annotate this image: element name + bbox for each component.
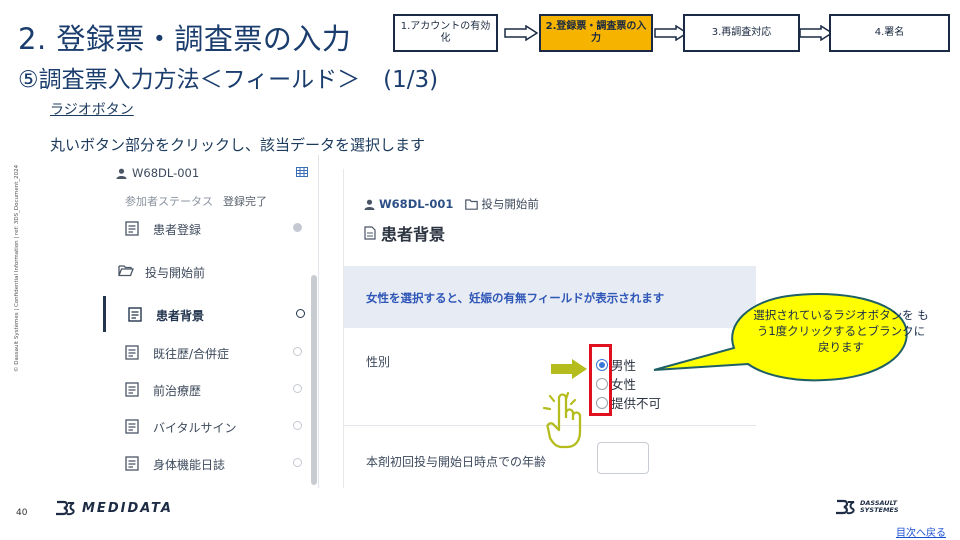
status-dot-icon <box>296 309 305 318</box>
step-signature: 4.署名 <box>829 14 950 52</box>
status-dot-icon <box>293 384 302 393</box>
highlight-box <box>589 344 612 416</box>
form-title: 患者背景 <box>364 221 445 245</box>
sidebar-item-medical-history[interactable]: 既往歴/合併症 <box>103 334 319 370</box>
section-link-radio-button[interactable]: ラジオボタン <box>50 99 134 119</box>
slide-subtitle: ⑤調査票入力方法＜フィールド＞ (1/3) <box>18 67 439 93</box>
sidebar-subject-id: W68DL-001 <box>132 166 200 180</box>
breadcrumb-subject[interactable]: W68DL-001 <box>379 197 453 211</box>
status-dot-icon <box>293 223 302 232</box>
medidata-logo: MEDIDATA <box>54 500 173 516</box>
participant-status-value: 登録完了 <box>223 195 267 208</box>
sidebar-item-prior-therapy[interactable]: 前治療歴 <box>103 371 319 407</box>
status-dot-icon <box>293 458 302 467</box>
user-icon <box>364 199 375 210</box>
form-breadcrumb: W68DL-001 投与開始前 <box>364 196 539 212</box>
callout-text: 選択されているラジオボタンを もう1度クリックするとブランクに戻ります <box>753 308 929 354</box>
status-dot-icon <box>293 347 302 356</box>
age-input[interactable] <box>597 442 649 474</box>
step-entry: 2.登録票・調査票の入力 <box>539 14 653 52</box>
step-requery: 3.再調査対応 <box>683 14 800 52</box>
step-arrow-icon <box>799 25 833 41</box>
sex-field-label: 性別 <box>366 355 391 369</box>
confidential-note: © Dassault Systèmes | Confidential Infor… <box>14 164 20 372</box>
form-icon <box>125 382 139 397</box>
folder-open-icon <box>118 265 134 277</box>
status-dot-icon <box>293 421 302 430</box>
step-account-activation: 1.アカウントの有効化 <box>393 14 498 52</box>
form-icon <box>128 307 142 322</box>
dassault-logo: DASSAULT SYSTEMES <box>834 499 899 515</box>
back-to-toc-link[interactable]: 目次へ戻る <box>896 524 946 539</box>
step-arrow-icon <box>504 25 538 41</box>
form-icon <box>125 456 139 471</box>
pointer-arrow-icon <box>551 359 587 379</box>
folder-icon <box>465 198 479 210</box>
sidebar-item-physical-diary[interactable]: 身体機能日誌 <box>103 445 319 481</box>
sidebar-item-patient-registration[interactable]: 患者登録 <box>103 210 319 246</box>
sidebar-folder-pre-dose[interactable]: 投与開始前 <box>103 253 319 289</box>
sidebar-scrollbar[interactable] <box>311 275 317 485</box>
user-icon <box>116 168 127 179</box>
age-field-label: 本剤初回投与開始日時点での年齢 <box>366 455 547 469</box>
slide-title: 2. 登録票・調査票の入力 <box>18 22 352 56</box>
click-hand-icon <box>542 392 582 449</box>
page-number: 40 <box>16 508 28 518</box>
form-icon <box>125 221 139 236</box>
3ds-logo-icon <box>836 499 855 515</box>
3ds-logo-icon <box>56 500 75 516</box>
form-icon <box>125 419 139 434</box>
sidebar-item-patient-background[interactable]: 患者背景 <box>103 296 319 332</box>
participant-status: 参加者ステータス 登録完了 <box>125 195 267 208</box>
sidebar-subject[interactable]: W68DL-001 <box>116 166 199 180</box>
instruction-text: 丸いボタン部分をクリックし、該当データを選択します <box>50 136 426 154</box>
breadcrumb-folder[interactable]: 投与開始前 <box>481 196 539 212</box>
form-icon <box>364 226 376 240</box>
form-icon <box>125 345 139 360</box>
sidebar-item-vital-signs[interactable]: バイタルサイン <box>103 408 319 444</box>
subject-sidebar: W68DL-001 参加者ステータス 登録完了 患者登録 投与開始前 患者背景 既… <box>103 155 319 488</box>
calendar-grid-icon[interactable] <box>296 167 308 177</box>
